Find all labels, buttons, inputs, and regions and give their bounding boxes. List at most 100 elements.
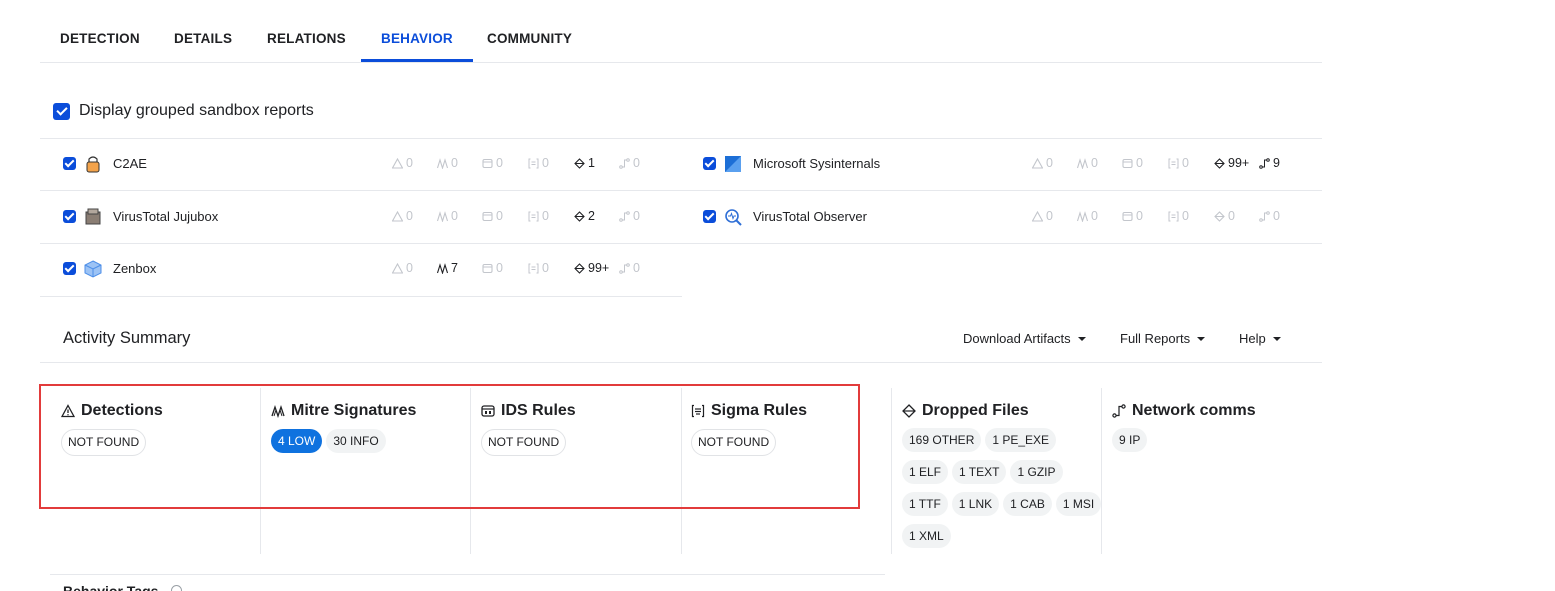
info-icon[interactable] xyxy=(171,585,182,591)
sandbox-stat-value: 0 xyxy=(1046,209,1053,223)
sandbox-stat-mitre: 7 xyxy=(437,261,458,275)
sandbox-row[interactable]: C2AE 0 0 0 0 1 0 xyxy=(63,138,653,190)
tab-bar: DETECTION DETAILS RELATIONS BEHAVIOR COM… xyxy=(40,18,1322,63)
dropped-type-badge[interactable]: 1 TEXT xyxy=(952,460,1007,484)
mitre-low-badge[interactable]: 4 LOW xyxy=(271,429,323,453)
dropped-type-badge[interactable]: 1 ELF xyxy=(902,460,949,484)
sandbox-stat-sigma: 0 xyxy=(528,209,549,223)
sandbox-stat-ids: 0 xyxy=(482,261,503,275)
dropped-type-badge[interactable]: 1 PE_EXE xyxy=(985,428,1057,452)
sandbox-stat-value: 0 xyxy=(542,209,549,223)
network-icon xyxy=(1259,210,1270,222)
ids-icon xyxy=(481,405,495,417)
mitre-icon xyxy=(1077,157,1088,169)
sandbox-stat-dropped: 0 xyxy=(1214,209,1235,223)
sandbox-checkbox[interactable] xyxy=(63,262,76,275)
help-dropdown[interactable]: Help xyxy=(1239,331,1281,346)
sandbox-stat-sigma: 0 xyxy=(528,156,549,170)
sandbox-checkbox[interactable] xyxy=(63,157,76,170)
detections-icon xyxy=(1032,210,1043,222)
sandbox-stat-network: 0 xyxy=(619,156,640,170)
dropped-icon xyxy=(1214,157,1225,169)
sandbox-checkbox[interactable] xyxy=(703,157,716,170)
ids-icon xyxy=(482,263,493,273)
sandbox-stat-ids: 0 xyxy=(1122,209,1143,223)
sandbox-stat-value: 0 xyxy=(1136,209,1143,223)
ids-icon xyxy=(482,211,493,221)
network-title: Network comms xyxy=(1132,402,1256,419)
tab-community[interactable]: COMMUNITY xyxy=(467,18,592,62)
tab-detection[interactable]: DETECTION xyxy=(40,18,160,62)
observer-logo-icon xyxy=(725,209,742,226)
dropped-files-icon xyxy=(902,404,916,418)
dropped-title: Dropped Files xyxy=(922,402,1029,419)
sandbox-stat-value: 0 xyxy=(496,209,503,223)
sandbox-row[interactable]: Zenbox 0 7 0 0 99+ 0 xyxy=(63,243,653,295)
c2ae-logo-icon xyxy=(86,156,100,173)
dropped-type-badge[interactable]: 1 MSI xyxy=(1055,492,1102,516)
network-icon xyxy=(619,157,630,169)
sandbox-stat-sigma: 0 xyxy=(528,261,549,275)
detections-section: Detections NOT FOUND xyxy=(61,388,256,554)
help-label: Help xyxy=(1239,331,1266,346)
sigma-icon xyxy=(1168,211,1179,221)
download-artifacts-dropdown[interactable]: Download Artifacts xyxy=(963,331,1086,346)
mitre-info-badge[interactable]: 30 INFO xyxy=(326,429,386,453)
divider xyxy=(50,574,885,575)
grouped-reports-toggle[interactable]: Display grouped sandbox reports xyxy=(53,101,314,121)
sandbox-stat-value: 0 xyxy=(1091,209,1098,223)
full-reports-dropdown[interactable]: Full Reports xyxy=(1120,331,1206,346)
activity-summary-title: Activity Summary xyxy=(63,329,191,347)
sandbox-stat-ids: 0 xyxy=(1122,156,1143,170)
sandbox-row[interactable]: VirusTotal Observer 0 0 0 0 0 0 xyxy=(703,191,1293,243)
sandbox-row[interactable]: Microsoft Sysinternals 0 0 0 0 99+ 9 xyxy=(703,138,1293,190)
sandbox-name: VirusTotal Observer xyxy=(753,209,867,224)
dropped-type-badge[interactable]: 1 TTF xyxy=(902,492,948,516)
sandbox-stat-dropped: 2 xyxy=(574,209,595,223)
dropped-icon xyxy=(574,262,585,274)
tab-behavior[interactable]: BEHAVIOR xyxy=(361,18,473,62)
dropped-type-badge[interactable]: 1 CAB xyxy=(1003,492,1052,516)
sandbox-stat-detections: 0 xyxy=(1032,156,1053,170)
sandbox-stat-value: 0 xyxy=(633,261,640,275)
dropped-type-badge[interactable]: 1 GZIP xyxy=(1010,460,1063,484)
sandbox-name: Microsoft Sysinternals xyxy=(753,156,881,171)
network-comms-section: Network comms 9 IP xyxy=(1112,388,1312,554)
sandbox-stat-network: 0 xyxy=(1259,209,1280,223)
sigma-heading: Sigma Rules xyxy=(691,402,807,420)
sandbox-stat-value: 0 xyxy=(496,156,503,170)
grouped-reports-checkbox[interactable] xyxy=(53,102,70,120)
ids-icon xyxy=(1122,158,1133,168)
sandbox-stat-value: 7 xyxy=(451,261,458,275)
network-ip-badge[interactable]: 9 IP xyxy=(1112,428,1148,452)
mitre-heading: Mitre Signatures xyxy=(271,402,416,420)
dropped-type-badge[interactable]: 1 XML xyxy=(902,524,951,548)
ids-rules-section: IDS Rules NOT FOUND xyxy=(481,388,676,554)
network-icon xyxy=(619,210,630,222)
sandbox-stat-network: 0 xyxy=(619,261,640,275)
sandbox-stat-mitre: 0 xyxy=(1077,209,1098,223)
sandbox-stat-value: 0 xyxy=(496,261,503,275)
chevron-down-icon xyxy=(1272,336,1281,341)
tab-relations[interactable]: RELATIONS xyxy=(247,18,366,62)
dropped-type-badge[interactable]: 1 LNK xyxy=(951,492,1000,516)
network-heading: Network comms xyxy=(1112,402,1256,420)
grouped-reports-label: Display grouped sandbox reports xyxy=(79,102,314,119)
jujubox-logo-icon xyxy=(85,208,101,225)
dropped-type-badge[interactable]: 169 OTHER xyxy=(902,428,982,452)
dropped-icon xyxy=(574,157,585,169)
sandbox-checkbox[interactable] xyxy=(63,210,76,223)
sandbox-checkbox[interactable] xyxy=(703,210,716,223)
ids-title: IDS Rules xyxy=(501,402,576,419)
sandbox-stat-value: 0 xyxy=(406,156,413,170)
sandbox-stat-network: 0 xyxy=(619,209,640,223)
sigma-icon xyxy=(528,263,539,273)
tab-details[interactable]: DETAILS xyxy=(154,18,252,62)
sigma-icon xyxy=(528,211,539,221)
sandbox-stat-mitre: 0 xyxy=(437,209,458,223)
sandbox-stat-ids: 0 xyxy=(482,156,503,170)
sandbox-stat-mitre: 0 xyxy=(1077,156,1098,170)
sandbox-row[interactable]: VirusTotal Jujubox 0 0 0 0 2 0 xyxy=(63,191,653,243)
sandbox-stat-sigma: 0 xyxy=(1168,209,1189,223)
sandbox-stat-value: 0 xyxy=(406,261,413,275)
